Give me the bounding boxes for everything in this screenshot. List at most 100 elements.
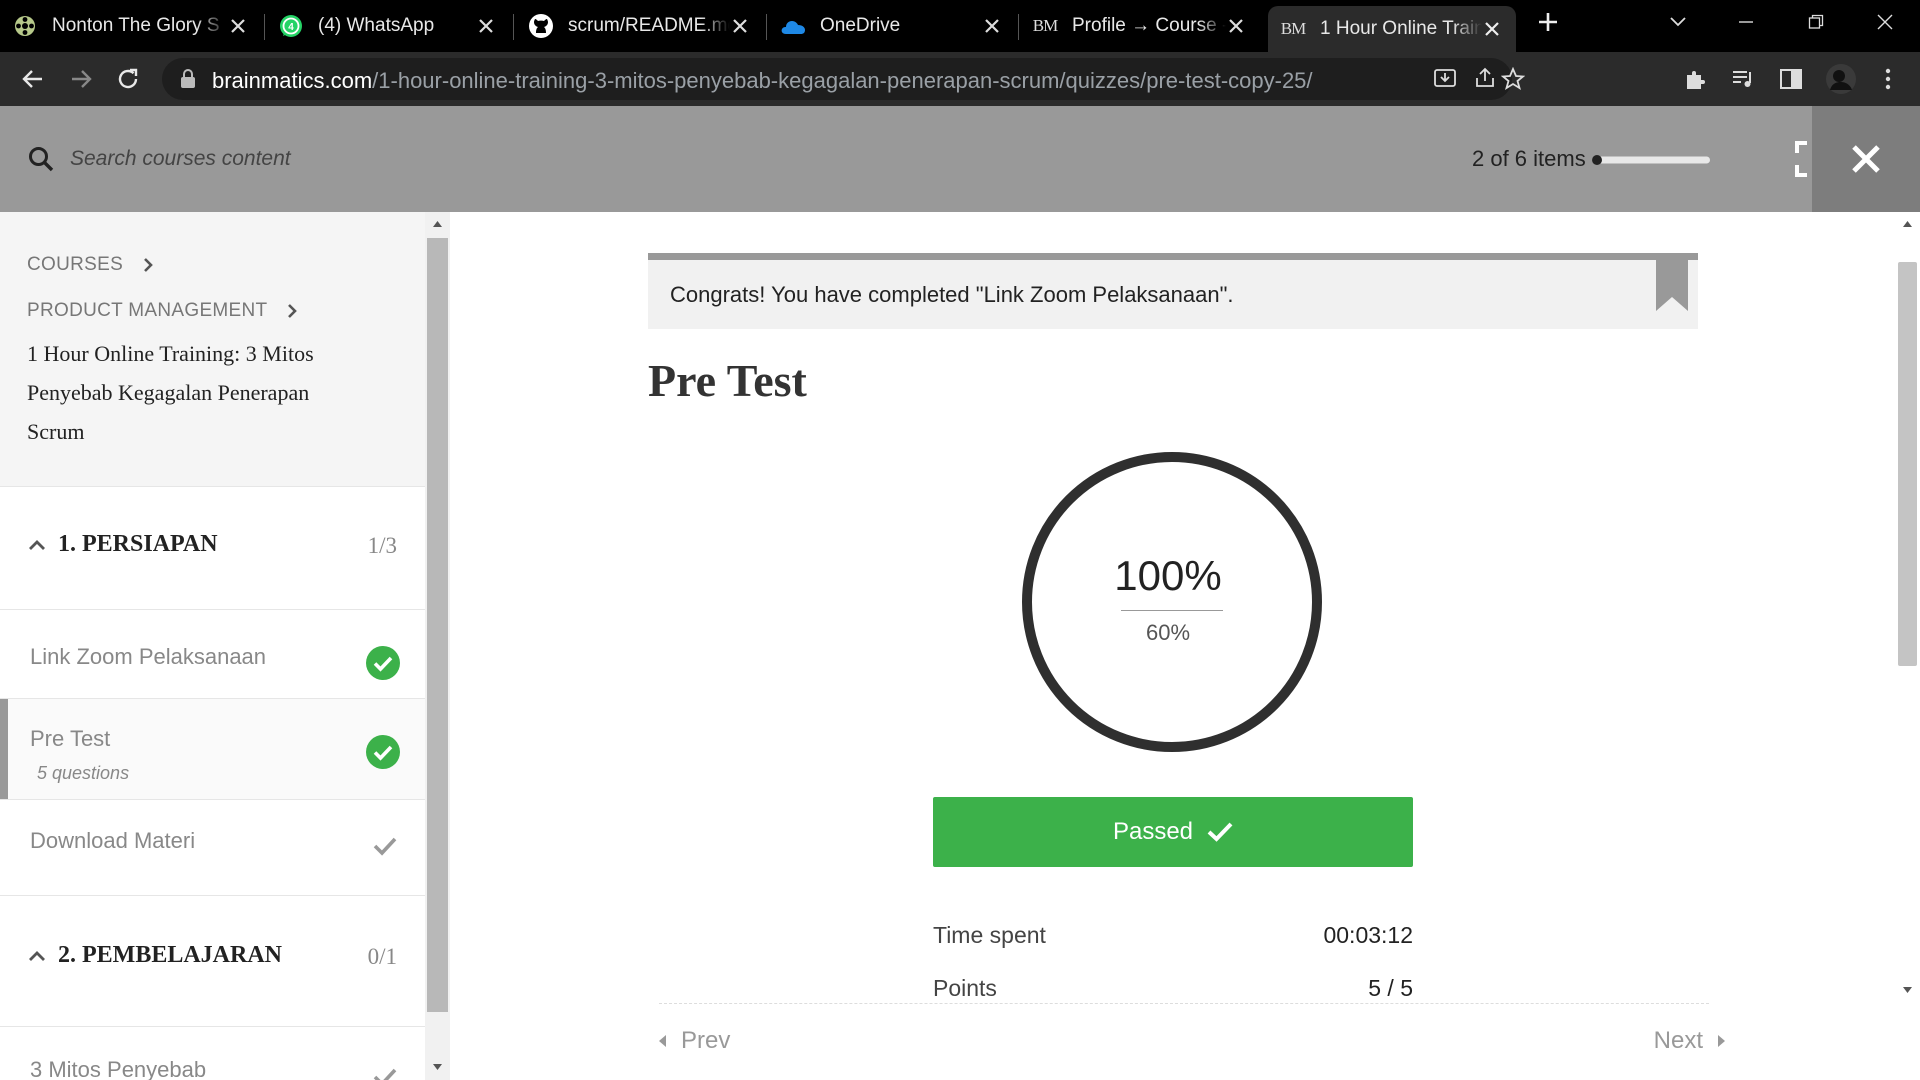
tab-github[interactable]: scrum/README.md [516,4,764,48]
check-icon [373,837,397,856]
page-title: Pre Test [648,355,807,406]
page-scrollbar[interactable] [1895,212,1920,1080]
extensions-button[interactable] [1682,66,1708,92]
current-item-indicator [0,699,8,799]
progress-track [1592,156,1710,164]
minimize-button[interactable] [1716,0,1776,44]
avatar-icon [1826,64,1856,94]
scroll-up-arrow-icon[interactable] [1903,221,1912,227]
section-title: 1. PERSIAPAN [28,531,218,558]
scrollbar-thumb[interactable] [1898,262,1917,666]
lesson-name: Pre Test [30,726,111,751]
scroll-down-arrow-icon[interactable] [433,1064,442,1070]
tab-whatsapp[interactable]: 4 (4) WhatsApp [266,4,510,48]
address-bar[interactable]: brainmatics.com/1-hour-online-training-3… [162,58,1512,100]
install-app-button[interactable] [1432,65,1458,91]
tab-profile-course[interactable]: BM Profile → Course - B [1020,4,1260,48]
tab-title: OneDrive [820,15,901,36]
section-title-label: 2. PEMBELAJARAN [58,942,283,968]
tab-separator [1018,14,1019,40]
chevron-up-icon [29,950,45,961]
course-progress-text: 2 of 6 items [1472,146,1586,171]
kebab-menu-icon [1885,68,1891,90]
close-tab-icon[interactable] [1226,16,1246,36]
check-icon [1207,822,1233,842]
lesson-name: Link Zoom Pelaksanaan [30,644,267,669]
close-tab-icon[interactable] [476,16,496,36]
section-pembelajaran[interactable]: 2. PEMBELAJARAN 0/1 [0,896,425,1027]
minimize-icon [1739,21,1753,23]
new-tab-button[interactable] [1518,0,1578,44]
back-button[interactable] [19,65,47,93]
passed-status-button: Passed [933,797,1413,867]
lesson-name: 3 Mitos Penyebab [30,1057,207,1080]
sidebar-scrollbar[interactable] [425,212,450,1080]
restore-button[interactable] [1786,0,1846,44]
tab-1-hour-online-training[interactable]: BM 1 Hour Online Train [1268,6,1516,52]
tab-onedrive[interactable]: OneDrive [768,4,1016,48]
passed-label: Passed [1112,818,1194,845]
next-button[interactable]: Next [1654,1027,1725,1055]
onedrive-cloud-icon [780,13,806,39]
scroll-down-arrow-icon[interactable] [1903,987,1912,993]
search-input[interactable] [68,146,492,172]
puzzle-icon [1687,71,1705,89]
progress-fill [1592,155,1602,165]
bookmark-star-button[interactable] [1500,66,1526,92]
breadcrumb-courses[interactable]: COURSES [27,254,153,276]
prev-button[interactable]: Prev [659,1027,730,1055]
share-button[interactable] [1472,65,1498,91]
browser-menu-button[interactable] [1875,66,1901,92]
browser-toolbar: brainmatics.com/1-hour-online-training-3… [0,52,1920,106]
course-title[interactable]: 1 Hour Online Training: 3 Mitos Penyebab… [27,334,367,451]
tab-separator [766,14,767,40]
close-tab-icon[interactable] [228,16,248,36]
close-tab-icon[interactable] [730,16,750,36]
caret-right-icon [1718,1035,1725,1047]
lesson-item[interactable]: Link Zoom Pelaksanaan [0,610,425,699]
media-control-button[interactable] [1730,66,1756,92]
side-panel-button[interactable] [1778,66,1804,92]
close-course-button[interactable] [1812,106,1920,212]
quiz-item-current[interactable]: Pre Test 5 questions [0,699,425,800]
section-progress-count: 0/1 [367,944,397,969]
side-panel-icon [1780,69,1802,89]
course-progress-bar [1592,155,1710,165]
stat-time-spent: Time spent 00:03:12 [933,922,1413,952]
reload-icon [118,68,138,89]
lesson-name: Download Materi [30,828,196,853]
search-icon[interactable] [28,146,54,172]
completed-check-icon [366,735,400,769]
reload-button[interactable] [114,65,142,93]
scroll-up-arrow-icon[interactable] [433,221,442,227]
tab-title: Nonton The Glory S [52,15,220,36]
close-tab-icon[interactable] [982,16,1002,36]
prev-label: Prev [681,1027,731,1054]
brainmatics-logo-icon: BM [1032,16,1058,35]
breadcrumb-label: PRODUCT MANAGEMENT [27,300,268,321]
result-ring-track [1022,452,1322,752]
tab-search-button[interactable] [1648,0,1708,44]
tab-nonton[interactable]: Nonton The Glory S [0,4,262,48]
profile-avatar[interactable] [1824,62,1858,96]
chevron-up-icon [29,539,45,550]
forward-button[interactable] [67,65,95,93]
scrollbar-thumb[interactable] [427,238,448,1012]
tab-separator [513,14,514,40]
close-tab-icon[interactable] [1482,19,1502,39]
section-persiapan[interactable]: 1. PERSIAPAN 1/3 [0,487,425,610]
search-courses [28,106,492,212]
section-progress-count: 1/3 [367,533,397,558]
close-window-button[interactable] [1855,0,1915,44]
arrow-right-icon [72,70,92,88]
completion-message-text: Congrats! You have completed "Link Zoom … [670,282,1234,307]
breadcrumb-product-management[interactable]: PRODUCT MANAGEMENT [27,300,298,322]
tab-title: (4) WhatsApp [318,15,435,36]
quiz-content: Congrats! You have completed "Link Zoom … [450,212,1895,1080]
stat-value: 5 / 5 [1368,975,1413,1001]
section-title-label: 1. PERSIAPAN [58,531,218,557]
lesson-item[interactable]: Download Materi [0,800,425,896]
lesson-item[interactable]: 3 Mitos Penyebab [0,1027,425,1080]
whatsapp-icon: 4 [278,13,304,39]
stat-value: 00:03:12 [1323,922,1413,948]
